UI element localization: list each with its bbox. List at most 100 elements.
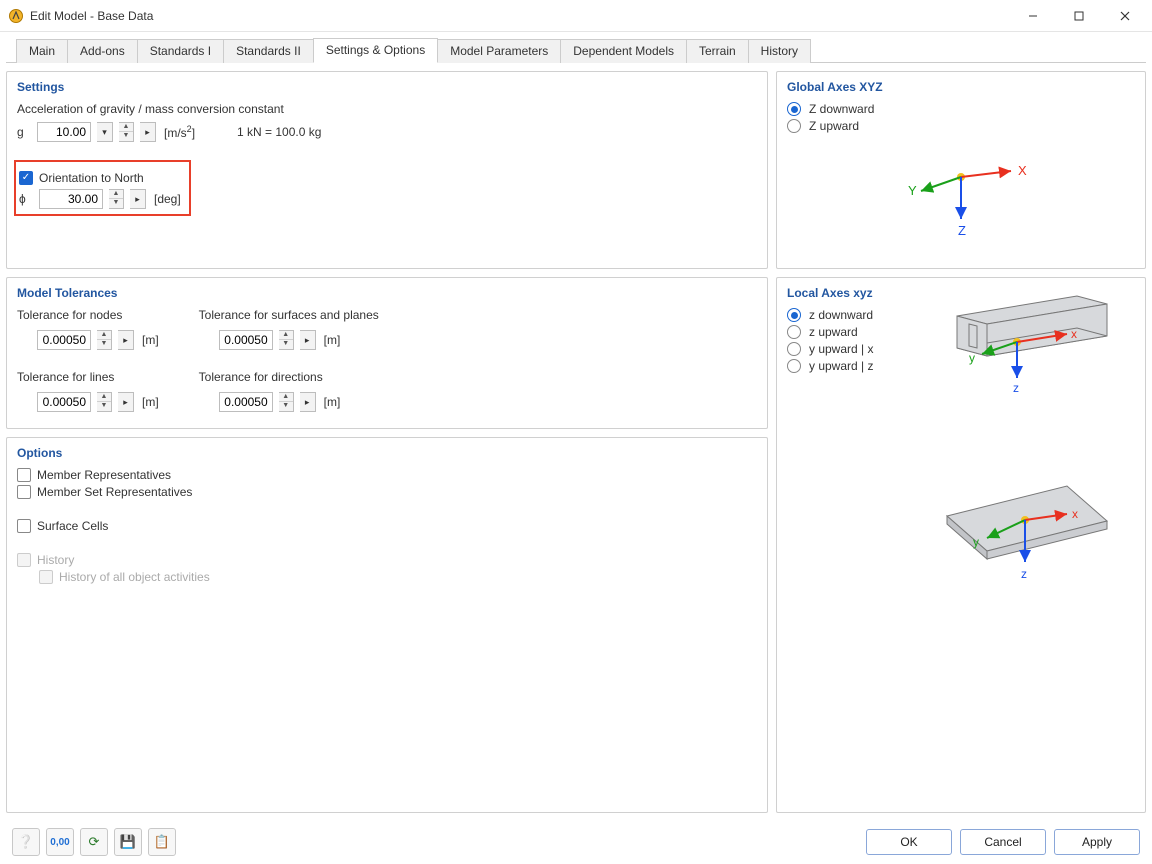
maximize-button[interactable] (1056, 1, 1102, 31)
opt-member-set-reps-label: Member Set Representatives (37, 485, 192, 499)
local-axes-plate-diagram: x y z (907, 466, 1127, 616)
tab-settings-options[interactable]: Settings & Options (313, 38, 438, 63)
global-axes-diagram: X Y Z (886, 149, 1036, 249)
tab-standards2[interactable]: Standards II (223, 39, 314, 63)
tab-standards1[interactable]: Standards I (137, 39, 224, 63)
minimize-button[interactable] (1010, 1, 1056, 31)
tab-terrain[interactable]: Terrain (686, 39, 749, 63)
options-panel: Options Member Representatives Member Se… (6, 437, 768, 813)
help-icon: ❔ (18, 834, 34, 850)
opt-member-reps-checkbox[interactable] (17, 468, 31, 482)
tab-history[interactable]: History (748, 39, 811, 63)
save-icon: 💾 (120, 834, 136, 850)
apply-button[interactable]: Apply (1054, 829, 1140, 855)
local-z-up-label: z upward (809, 325, 858, 339)
close-button[interactable] (1102, 1, 1148, 31)
copy-icon: 📋 (154, 834, 170, 850)
spin-down-icon[interactable]: ▼ (279, 340, 293, 349)
refresh-button[interactable]: ⟳ (80, 828, 108, 856)
local-yup-z-label: y upward | z (809, 359, 873, 373)
opt-surface-cells-label: Surface Cells (37, 519, 108, 533)
svg-text:z: z (1013, 381, 1019, 395)
phi-input[interactable] (39, 189, 103, 209)
help-button[interactable]: ❔ (12, 828, 40, 856)
conversion-note: 1 kN = 100.0 kg (237, 125, 321, 139)
phi-spin-up[interactable]: ▲ (109, 190, 123, 199)
local-yup-x-radio[interactable] (787, 342, 801, 356)
tab-bar: Main Add-ons Standards I Standards II Se… (6, 38, 1146, 63)
local-z-down-label: z downward (809, 308, 873, 322)
global-z-up-radio[interactable] (787, 119, 801, 133)
svg-text:X: X (1018, 163, 1027, 178)
svg-text:y: y (973, 535, 979, 549)
gravity-dropdown[interactable]: ▾ (97, 122, 113, 142)
footer: ❔ 0,00 ⟳ 💾 📋 OK Cancel Apply (0, 820, 1152, 864)
units-button[interactable]: 0,00 (46, 828, 74, 856)
orientation-label: Orientation to North (39, 171, 144, 185)
tab-model-parameters[interactable]: Model Parameters (437, 39, 561, 63)
tol-directions-label: Tolerance for directions (199, 370, 379, 384)
opt-surface-cells-checkbox[interactable] (17, 519, 31, 533)
local-axes-panel: Local Axes xyz z downward z upward y upw… (776, 277, 1146, 813)
picker-icon[interactable]: ▸ (300, 392, 316, 412)
spin-down-icon[interactable]: ▼ (97, 402, 111, 411)
tol-surfaces-label: Tolerance for surfaces and planes (199, 308, 379, 322)
spin-up-icon[interactable]: ▲ (97, 393, 111, 402)
global-z-up-label: Z upward (809, 119, 859, 133)
tol-surfaces-input[interactable] (219, 330, 273, 350)
phi-spin-down[interactable]: ▼ (109, 199, 123, 208)
orientation-highlight: Orientation to North ϕ ▲ ▼ ▸ [deg] (14, 160, 191, 216)
phi-value[interactable] (40, 192, 102, 206)
tab-addons[interactable]: Add-ons (67, 39, 138, 63)
tol-directions-input[interactable] (219, 392, 273, 412)
gravity-value[interactable] (38, 125, 90, 139)
svg-text:z: z (1021, 567, 1027, 581)
spin-down-icon[interactable]: ▼ (279, 402, 293, 411)
svg-text:y: y (969, 351, 975, 365)
opt-member-set-reps-checkbox[interactable] (17, 485, 31, 499)
tol-lines-label: Tolerance for lines (17, 370, 159, 384)
local-z-down-radio[interactable] (787, 308, 801, 322)
svg-text:x: x (1072, 507, 1078, 521)
spin-down-icon[interactable]: ▼ (97, 340, 111, 349)
global-axes-title: Global Axes XYZ (787, 80, 1135, 94)
gravity-picker[interactable]: ▸ (140, 122, 156, 142)
opt-history-checkbox (17, 553, 31, 567)
save-default-button[interactable]: 💾 (114, 828, 142, 856)
g-symbol: g (17, 125, 31, 139)
global-z-down-label: Z downward (809, 102, 874, 116)
copy-button[interactable]: 📋 (148, 828, 176, 856)
gravity-label: Acceleration of gravity / mass conversio… (17, 102, 757, 116)
ok-button[interactable]: OK (866, 829, 952, 855)
phi-symbol: ϕ (19, 192, 33, 206)
svg-text:x: x (1071, 327, 1077, 341)
gravity-spin-down[interactable]: ▼ (119, 132, 133, 141)
picker-icon[interactable]: ▸ (118, 392, 134, 412)
spin-up-icon[interactable]: ▲ (279, 331, 293, 340)
tol-lines-input[interactable] (37, 392, 91, 412)
phi-unit: [deg] (154, 192, 181, 206)
cancel-button[interactable]: Cancel (960, 829, 1046, 855)
global-z-down-radio[interactable] (787, 102, 801, 116)
gravity-input[interactable] (37, 122, 91, 142)
tolerances-panel: Model Tolerances Tolerance for nodes ▲▼ … (6, 277, 768, 429)
tolerances-title: Model Tolerances (17, 286, 757, 300)
local-yup-x-label: y upward | x (809, 342, 873, 356)
svg-text:Z: Z (958, 223, 966, 238)
tab-main[interactable]: Main (16, 39, 68, 63)
local-yup-z-radio[interactable] (787, 359, 801, 373)
opt-history-all-label: History of all object activities (59, 570, 210, 584)
tol-nodes-input[interactable] (37, 330, 91, 350)
phi-picker[interactable]: ▸ (130, 189, 146, 209)
orientation-checkbox[interactable] (19, 171, 33, 185)
tab-dependent-models[interactable]: Dependent Models (560, 39, 687, 63)
local-axes-beam-diagram: x y z (927, 286, 1127, 406)
spin-up-icon[interactable]: ▲ (279, 393, 293, 402)
spin-up-icon[interactable]: ▲ (97, 331, 111, 340)
picker-icon[interactable]: ▸ (118, 330, 134, 350)
titlebar: Edit Model - Base Data (0, 0, 1152, 32)
local-z-up-radio[interactable] (787, 325, 801, 339)
picker-icon[interactable]: ▸ (300, 330, 316, 350)
window-title: Edit Model - Base Data (30, 9, 153, 23)
gravity-spin-up[interactable]: ▲ (119, 123, 133, 132)
